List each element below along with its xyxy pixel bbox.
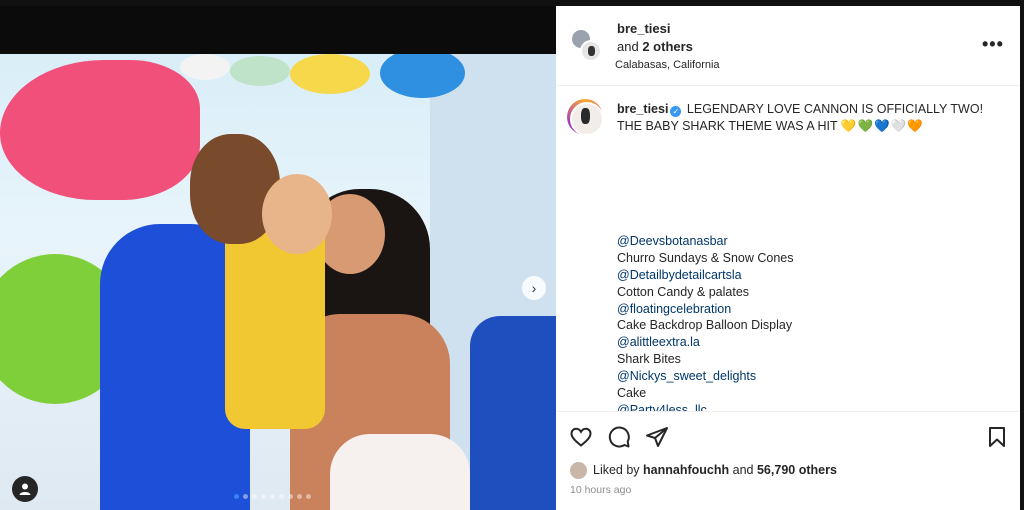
carousel-next-button[interactable]: ›	[522, 276, 546, 300]
caption-line: Shark Bites	[617, 352, 681, 367]
liker-username[interactable]: hannahfouchh	[643, 463, 729, 477]
caption-mention-link[interactable]: @Nickys_sweet_delights	[617, 368, 1009, 385]
carousel-dot	[279, 494, 284, 499]
caption-mention-link[interactable]: @Detailbydetailcartsla	[617, 267, 1009, 284]
post-author-username[interactable]: bre_tiesi	[617, 21, 670, 36]
tagged-users-button[interactable]	[12, 476, 38, 502]
bookmark-icon[interactable]	[985, 425, 1009, 449]
carousel-dot	[234, 494, 239, 499]
post-photo[interactable]	[0, 54, 556, 510]
photo-pink-shark	[0, 60, 200, 200]
caption-section: bre_tiesi ✓ LEGENDARY LOVE CANNON IS OFFI…	[556, 87, 1020, 411]
photo-balloon	[290, 54, 370, 94]
caption-mention-link[interactable]: @Party4less_llc	[617, 402, 1009, 411]
caption-mention-link[interactable]: @Deevsbotanasbar	[617, 233, 1009, 250]
carousel-dot	[270, 494, 275, 499]
share-icon[interactable]	[645, 425, 669, 449]
heart-icon[interactable]	[569, 425, 593, 449]
avatar	[580, 40, 602, 62]
right-edge	[1020, 0, 1024, 510]
collab-avatars[interactable]	[570, 28, 604, 64]
user-tag-icon	[19, 483, 31, 495]
post-details-panel: bre_tiesi and 2 others Calabasas, Califo…	[556, 6, 1020, 510]
post-header: bre_tiesi and 2 others Calabasas, Califo…	[556, 6, 1020, 86]
collaborators-count[interactable]: 2 others	[642, 39, 693, 54]
instagram-post-modal: › bre_tiesi and 2 others Calabasas, Cali…	[0, 0, 1024, 510]
carousel-dot	[243, 494, 248, 499]
caption-line: Churro Sundays & Snow Cones	[617, 250, 794, 265]
likes-middle: and	[732, 463, 754, 477]
carousel-dot	[261, 494, 266, 499]
caption-mention-link[interactable]: @floatingcelebration	[617, 301, 1009, 318]
photo-table	[470, 316, 556, 510]
caption-credits: @Deevsbotanasbar Churro Sundays & Snow Co…	[617, 233, 1009, 411]
caption-author-username[interactable]: bre_tiesi	[617, 102, 668, 116]
photo-balloon	[230, 56, 290, 86]
post-actions	[556, 411, 1020, 461]
caption-hearts: 💛💚💙🤍🧡	[840, 119, 924, 133]
caption-author-avatar[interactable]	[567, 99, 604, 136]
photo-balloon	[180, 54, 230, 80]
post-media[interactable]: ›	[0, 6, 556, 510]
carousel-dot	[252, 494, 257, 499]
post-timestamp[interactable]: 10 hours ago	[570, 484, 631, 496]
collaborators-link[interactable]: and 2 others	[617, 39, 693, 54]
post-location[interactable]: Calabasas, California	[615, 59, 720, 71]
more-horizontal-icon: •••	[982, 34, 1004, 54]
photo-child-head	[262, 174, 332, 254]
carousel-dot	[288, 494, 293, 499]
caption-line: Cotton Candy & palates	[617, 284, 750, 299]
likes-count[interactable]: 56,790 others	[757, 463, 837, 477]
likes-summary: Liked by hannahfouchh and 56,790 others	[570, 461, 1010, 483]
verified-badge-icon: ✓	[670, 106, 682, 117]
carousel-indicator	[234, 494, 311, 499]
photo-skirt	[330, 434, 470, 510]
collaborators-prefix: and	[617, 39, 639, 54]
caption-line: Cake Backdrop Balloon Display	[617, 318, 793, 333]
likes-prefix: Liked by	[593, 463, 640, 477]
more-options-button[interactable]: •••	[982, 34, 1004, 55]
carousel-dot	[297, 494, 302, 499]
caption-mention-link[interactable]: @alittleextra.la	[617, 334, 1009, 351]
carousel-dot	[306, 494, 311, 499]
comment-icon[interactable]	[607, 425, 631, 449]
chevron-right-icon: ›	[531, 280, 537, 296]
caption-body: bre_tiesi ✓ LEGENDARY LOVE CANNON IS OFFI…	[617, 101, 1009, 135]
avatar[interactable]	[570, 462, 587, 479]
likes-text: Liked by hannahfouchh and 56,790 others	[593, 463, 837, 477]
media-letterbox	[0, 6, 556, 54]
caption-line: Cake	[617, 386, 647, 401]
